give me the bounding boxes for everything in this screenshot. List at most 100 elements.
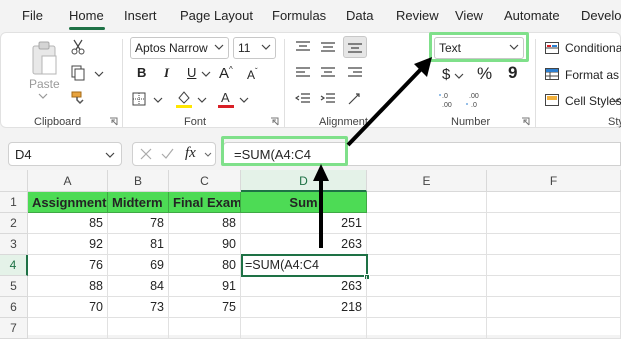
increase-indent-icon[interactable] bbox=[319, 91, 337, 107]
row-header-4[interactable]: 4 bbox=[0, 255, 28, 276]
cell[interactable] bbox=[487, 213, 621, 234]
table-cell[interactable]: 90 bbox=[169, 234, 241, 255]
increase-decimal-icon[interactable]: .0.00 bbox=[438, 91, 458, 109]
chevron-down-icon[interactable] bbox=[453, 71, 465, 81]
cell[interactable] bbox=[367, 276, 487, 297]
tab-insert[interactable]: Insert bbox=[124, 8, 157, 23]
align-top-icon[interactable] bbox=[294, 39, 312, 55]
cut-icon[interactable] bbox=[70, 39, 86, 55]
column-header-b[interactable]: B bbox=[108, 170, 169, 192]
table-cell[interactable]: 76 bbox=[28, 255, 108, 276]
format-as-table-label[interactable]: Format as T bbox=[565, 68, 621, 82]
tab-data[interactable]: Data bbox=[346, 8, 373, 23]
dialog-launcher-icon[interactable] bbox=[109, 117, 118, 126]
cell[interactable] bbox=[367, 297, 487, 318]
bold-icon[interactable]: B bbox=[137, 65, 146, 80]
cell-styles-icon[interactable] bbox=[544, 93, 560, 107]
select-all-corner[interactable] bbox=[0, 170, 28, 192]
cancel-icon[interactable] bbox=[140, 148, 152, 160]
table-cell[interactable]: 70 bbox=[28, 297, 108, 318]
table-cell[interactable]: 75 bbox=[169, 297, 241, 318]
paste-icon[interactable] bbox=[27, 39, 61, 77]
table-cell[interactable]: 218 bbox=[241, 297, 367, 318]
table-cell[interactable]: 251 bbox=[241, 213, 367, 234]
tab-page-layout[interactable]: Page Layout bbox=[180, 8, 253, 23]
header-cell-assignment[interactable]: Assignment bbox=[28, 192, 108, 213]
cell[interactable] bbox=[241, 318, 367, 339]
font-name-dropdown[interactable]: Aptos Narrow bbox=[130, 37, 229, 59]
cell[interactable] bbox=[367, 255, 487, 276]
name-box[interactable]: D4 bbox=[8, 142, 122, 166]
copy-icon[interactable] bbox=[70, 65, 86, 81]
tab-view[interactable]: View bbox=[455, 8, 483, 23]
chevron-down-icon[interactable] bbox=[196, 95, 208, 105]
table-cell[interactable]: 84 bbox=[108, 276, 169, 297]
tab-home[interactable]: Home bbox=[69, 8, 104, 23]
comma-style-icon[interactable]: 9 bbox=[508, 63, 517, 83]
chevron-down-icon[interactable] bbox=[610, 95, 621, 105]
table-cell[interactable]: 85 bbox=[28, 213, 108, 234]
format-painter-icon[interactable] bbox=[69, 89, 87, 107]
borders-icon[interactable] bbox=[131, 91, 147, 107]
cell[interactable] bbox=[169, 318, 241, 339]
fill-color-icon[interactable] bbox=[175, 89, 193, 109]
table-cell[interactable]: 263 bbox=[241, 234, 367, 255]
format-as-table-icon[interactable] bbox=[544, 67, 560, 81]
cell[interactable] bbox=[367, 234, 487, 255]
cell[interactable] bbox=[487, 276, 621, 297]
row-header-5[interactable]: 5 bbox=[0, 276, 28, 297]
header-cell-final-exam[interactable]: Final Exam bbox=[169, 192, 241, 213]
tab-review[interactable]: Review bbox=[396, 8, 439, 23]
row-header-1[interactable]: 1 bbox=[0, 192, 28, 213]
table-cell[interactable]: 73 bbox=[108, 297, 169, 318]
table-cell[interactable]: 88 bbox=[28, 276, 108, 297]
increase-font-icon[interactable]: A^ bbox=[219, 65, 233, 82]
font-color-icon[interactable]: A bbox=[217, 89, 235, 109]
row-header-2[interactable]: 2 bbox=[0, 213, 28, 234]
decrease-indent-icon[interactable] bbox=[294, 91, 312, 107]
cell[interactable] bbox=[367, 318, 487, 339]
enter-check-icon[interactable] bbox=[161, 148, 174, 160]
cell[interactable] bbox=[487, 255, 621, 276]
paste-label[interactable]: Paste bbox=[29, 77, 60, 91]
cell[interactable] bbox=[487, 192, 621, 213]
column-header-d[interactable]: D bbox=[241, 170, 367, 192]
cell[interactable] bbox=[367, 213, 487, 234]
tab-developer[interactable]: Develo bbox=[581, 8, 621, 23]
table-cell[interactable]: 69 bbox=[108, 255, 169, 276]
row-header-3[interactable]: 3 bbox=[0, 234, 28, 255]
cell[interactable] bbox=[487, 318, 621, 339]
column-header-f[interactable]: F bbox=[487, 170, 621, 192]
decrease-decimal-icon[interactable]: .00.0 bbox=[465, 91, 485, 109]
conditional-formatting-label[interactable]: Conditional bbox=[565, 41, 621, 55]
underline-icon[interactable]: U bbox=[187, 65, 196, 80]
italic-icon[interactable]: I bbox=[164, 65, 169, 81]
align-center-icon[interactable] bbox=[319, 65, 337, 81]
cell[interactable] bbox=[487, 297, 621, 318]
decrease-font-icon[interactable]: Aˇ bbox=[247, 67, 258, 82]
table-cell[interactable]: 263 bbox=[241, 276, 367, 297]
column-header-e[interactable]: E bbox=[367, 170, 487, 192]
header-cell-midterm[interactable]: Midterm bbox=[108, 192, 169, 213]
font-size-dropdown[interactable]: 11 bbox=[233, 37, 276, 59]
chevron-down-icon[interactable] bbox=[200, 69, 212, 79]
tab-automate[interactable]: Automate bbox=[504, 8, 560, 23]
insert-function-icon[interactable]: fx bbox=[185, 145, 196, 162]
chevron-down-icon[interactable] bbox=[37, 91, 49, 101]
column-header-c[interactable]: C bbox=[169, 170, 241, 192]
table-cell[interactable]: 78 bbox=[108, 213, 169, 234]
table-cell[interactable]: 91 bbox=[169, 276, 241, 297]
align-right-icon[interactable] bbox=[346, 65, 364, 81]
currency-icon[interactable]: $ bbox=[442, 66, 450, 83]
table-cell[interactable]: 92 bbox=[28, 234, 108, 255]
number-format-dropdown[interactable]: Text bbox=[434, 37, 524, 59]
percent-icon[interactable]: % bbox=[477, 64, 492, 84]
chevron-down-icon[interactable] bbox=[238, 95, 250, 105]
align-left-icon[interactable] bbox=[294, 65, 312, 81]
column-header-a[interactable]: A bbox=[28, 170, 108, 192]
cell[interactable] bbox=[487, 234, 621, 255]
row-header-6[interactable]: 6 bbox=[0, 297, 28, 318]
tab-formulas[interactable]: Formulas bbox=[272, 8, 326, 23]
table-cell[interactable]: 81 bbox=[108, 234, 169, 255]
align-middle-icon[interactable] bbox=[319, 39, 337, 55]
